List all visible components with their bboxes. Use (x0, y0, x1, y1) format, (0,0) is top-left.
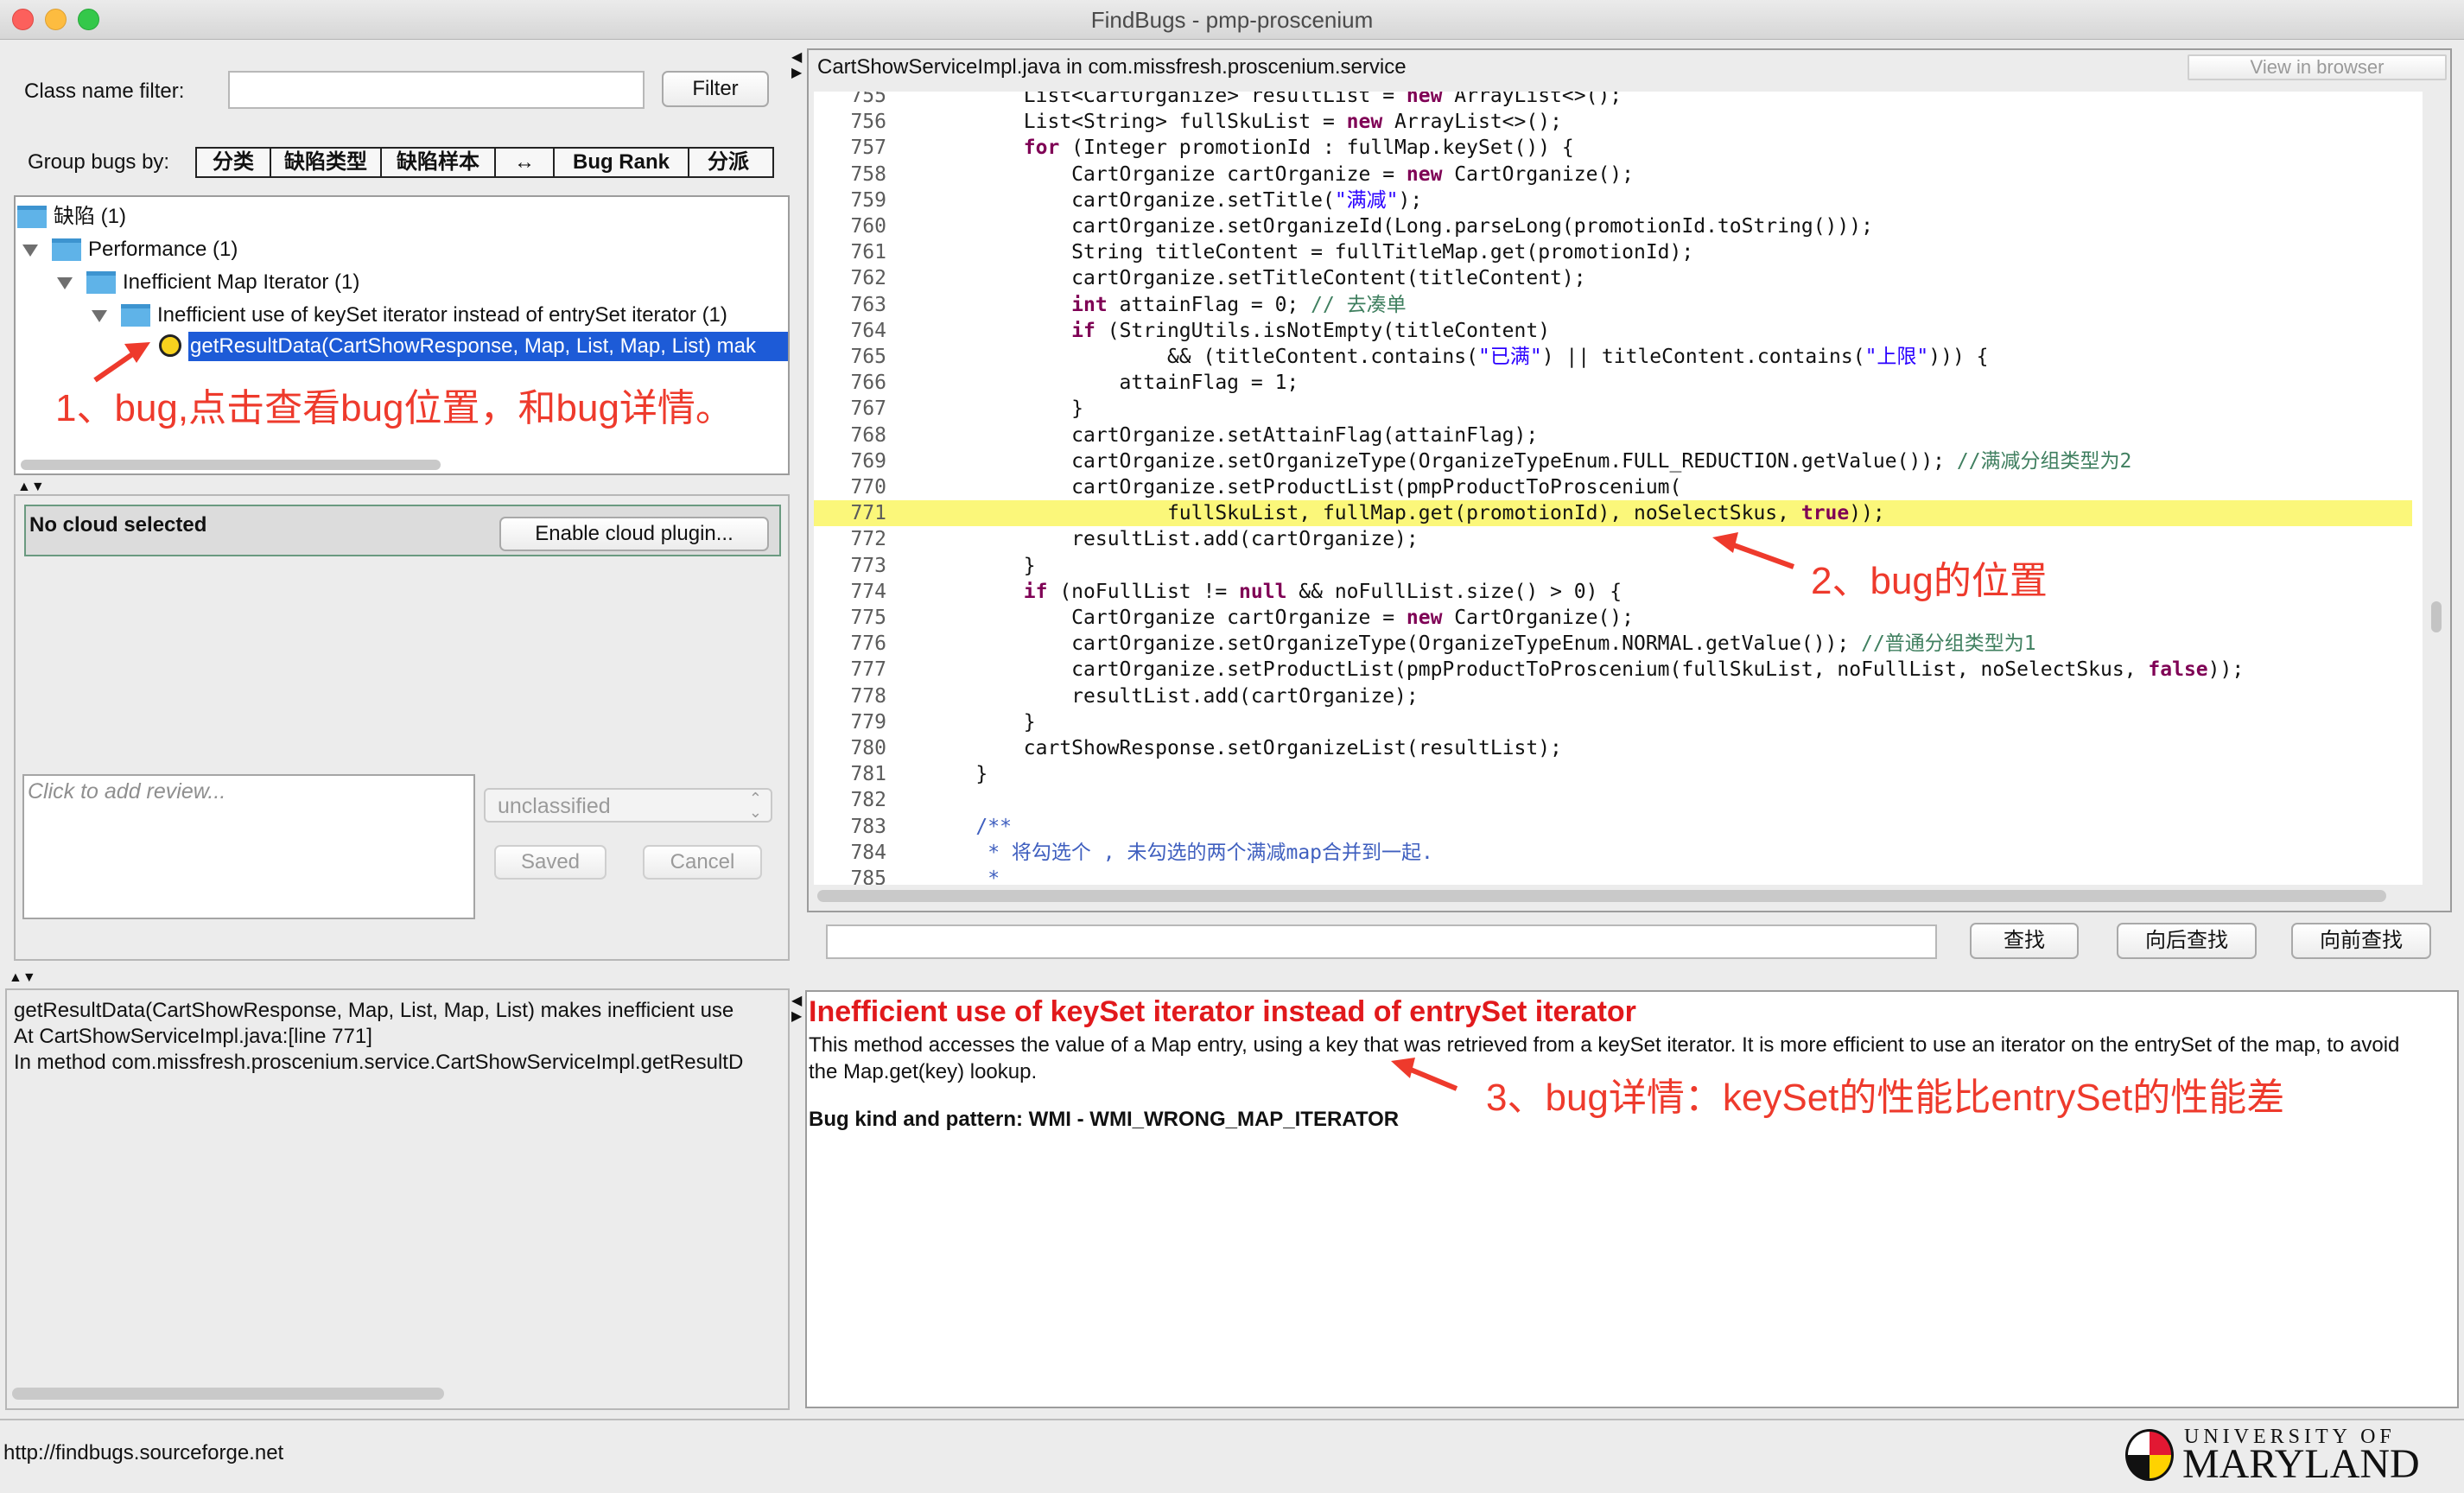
annotation-arrows (93, 342, 1795, 1091)
annotation-arrow-3-head (1391, 1058, 1415, 1078)
annotation-arrow-3 (1405, 1065, 1458, 1091)
annotation-arrow-2 (1730, 542, 1795, 569)
annotation-3: 3、bug详情：keySet的性能比entrySet的性能差 (1486, 1077, 2285, 1119)
annotation-2: 2、bug的位置 (1811, 560, 2048, 602)
annotation-arrow-2-head (1712, 532, 1738, 553)
annotation-1: 1、bug,点击查看bug位置，和bug详情。 (55, 387, 733, 429)
